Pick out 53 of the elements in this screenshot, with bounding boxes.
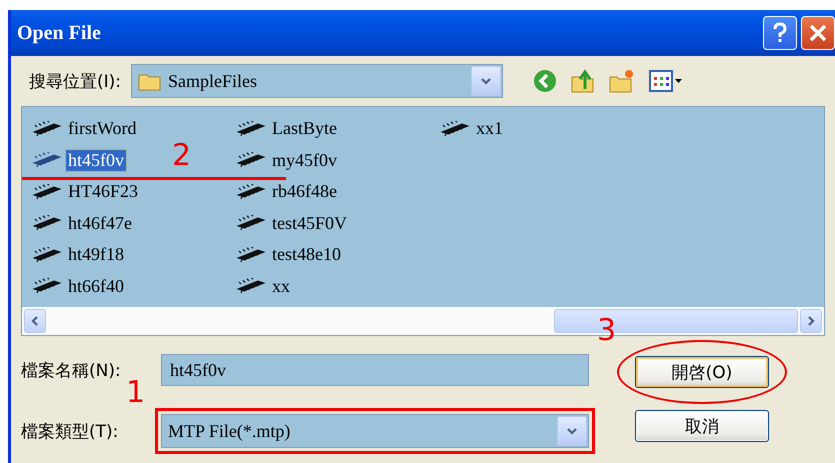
help-button[interactable] (763, 16, 797, 50)
chevron-left-icon (29, 315, 41, 327)
chip-icon (236, 120, 266, 137)
chevron-down-icon (566, 425, 578, 437)
close-icon (809, 24, 827, 42)
open-button[interactable]: 開啓(O) (635, 356, 769, 388)
chip-icon (32, 246, 62, 263)
new-folder-icon[interactable] (609, 69, 636, 93)
chip-icon (236, 184, 266, 200)
chip-icon (32, 184, 62, 200)
up-folder-icon[interactable] (571, 69, 596, 93)
annotation-number: 1 (126, 378, 146, 408)
file-item[interactable]: my45f0v (236, 144, 440, 176)
chip-icon (32, 215, 62, 232)
file-item[interactable]: ht49f18 (32, 239, 236, 270)
scroll-left-button[interactable] (24, 309, 46, 333)
file-item[interactable]: xx (236, 270, 440, 302)
help-icon (772, 22, 788, 44)
file-item[interactable]: xx1 (440, 113, 644, 144)
file-item[interactable]: LastByte (236, 113, 440, 144)
close-button[interactable] (801, 16, 835, 50)
annotation-number: 3 (597, 316, 616, 346)
chip-icon (236, 152, 266, 168)
file-item[interactable]: ht46f47e (32, 208, 236, 239)
file-name-field[interactable]: ht45f0v (161, 354, 589, 386)
chip-icon (32, 120, 62, 137)
chip-icon (440, 120, 470, 137)
chip-icon (236, 215, 266, 232)
chip-icon (32, 152, 62, 168)
file-type-value: MTP File(*.mtp) (168, 420, 292, 442)
back-icon[interactable] (533, 69, 558, 93)
cancel-button[interactable]: 取消 (635, 410, 769, 442)
file-item[interactable]: rb46f48e (236, 176, 440, 208)
chevron-right-icon (805, 315, 817, 327)
file-item[interactable]: ht66f40 (32, 270, 236, 302)
look-in-dropdown[interactable]: SampleFiles (131, 64, 504, 98)
chip-icon (236, 278, 266, 294)
view-menu-icon[interactable] (649, 70, 684, 92)
file-item[interactable]: test48e10 (236, 239, 440, 270)
window-title: Open File (17, 22, 101, 44)
scroll-right-button[interactable] (800, 309, 822, 333)
file-name-label: 檔案名稱(N): (21, 360, 122, 382)
chip-icon (236, 246, 266, 263)
file-item[interactable]: test45F0V (236, 208, 440, 239)
file-type-dropdown[interactable]: MTP File(*.mtp) (161, 414, 589, 448)
dropdown-button[interactable] (471, 66, 502, 96)
look-in-value: SampleFiles (168, 70, 258, 92)
file-item[interactable]: HT46F23 (32, 176, 236, 208)
chevron-down-icon (480, 75, 492, 87)
dropdown-button[interactable] (557, 416, 587, 446)
file-type-label: 檔案類型(T): (21, 420, 120, 442)
look-in-label: 搜尋位置(I): (29, 70, 122, 92)
chip-icon (32, 278, 62, 294)
